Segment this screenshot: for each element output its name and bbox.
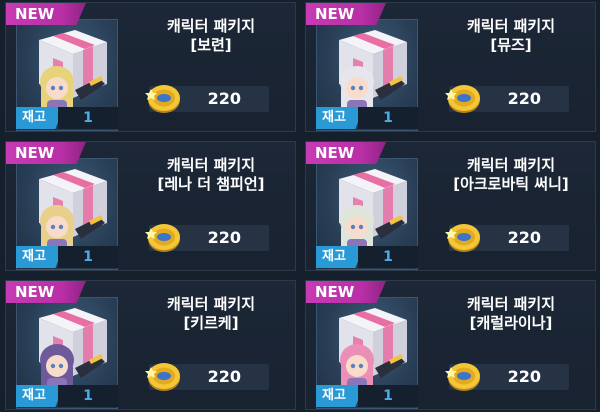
new-badge: NEW (306, 142, 386, 164)
price-value: 220 (207, 89, 241, 108)
price-button[interactable]: 220 (445, 363, 569, 391)
gold-coin-icon (445, 224, 480, 252)
stock-label: 재고 (16, 246, 64, 268)
package-card[interactable]: NEW 재고 1 캐릭터 패키지 [키르케] 220 (5, 280, 296, 410)
package-name: 캐릭터 패키지 (166, 17, 256, 35)
package-character: [보련] (190, 36, 232, 54)
package-card[interactable]: NEW 재고 1 캐릭터 패키지 [보련] 220 (5, 2, 296, 132)
price-value: 220 (507, 89, 541, 108)
stock-count: 1 (58, 246, 118, 268)
package-card[interactable]: NEW 재고 1 캐릭터 패키지 [아크로바틱 써니] 220 (305, 141, 596, 271)
stock-indicator: 재고 1 (16, 385, 118, 407)
package-title: 캐릭터 패키지 [보련] (126, 17, 296, 55)
package-character: [뮤즈] (490, 36, 532, 54)
price-button[interactable]: 220 (145, 363, 269, 391)
price-button[interactable]: 220 (445, 85, 569, 113)
package-character: [키르케] (183, 314, 239, 332)
price-button[interactable]: 220 (445, 224, 569, 252)
package-title: 캐릭터 패키지 [레나 더 챔피언] (126, 156, 296, 194)
package-title: 캐릭터 패키지 [캐럴라이나] (426, 295, 596, 333)
price-button[interactable]: 220 (145, 224, 269, 252)
stock-count: 1 (58, 385, 118, 407)
price-value: 220 (507, 367, 541, 386)
new-badge: NEW (6, 3, 86, 25)
package-character: [캐럴라이나] (469, 314, 553, 332)
stock-indicator: 재고 1 (316, 107, 418, 129)
package-character: [아크로바틱 써니] (453, 175, 569, 193)
stock-indicator: 재고 1 (316, 246, 418, 268)
package-title: 캐릭터 패키지 [키르케] (126, 295, 296, 333)
price-value: 220 (207, 228, 241, 247)
stock-indicator: 재고 1 (16, 107, 118, 129)
stock-count: 1 (58, 107, 118, 129)
gold-coin-icon (145, 85, 180, 113)
price-value: 220 (207, 367, 241, 386)
price-button[interactable]: 220 (145, 85, 269, 113)
stock-indicator: 재고 1 (16, 246, 118, 268)
package-name: 캐릭터 패키지 (466, 295, 556, 313)
package-card[interactable]: NEW 재고 1 캐릭터 패키지 [레나 더 챔피언] 220 (5, 141, 296, 271)
new-badge: NEW (306, 3, 386, 25)
gold-coin-icon (145, 224, 180, 252)
stock-label: 재고 (316, 385, 364, 407)
package-name: 캐릭터 패키지 (166, 295, 256, 313)
package-character: [레나 더 챔피언] (157, 175, 265, 193)
stock-count: 1 (358, 385, 418, 407)
package-title: 캐릭터 패키지 [뮤즈] (426, 17, 596, 55)
gold-coin-icon (445, 363, 480, 391)
stock-indicator: 재고 1 (316, 385, 418, 407)
package-name: 캐릭터 패키지 (166, 156, 256, 174)
stock-count: 1 (358, 246, 418, 268)
gold-coin-icon (145, 363, 180, 391)
package-card[interactable]: NEW 재고 1 캐릭터 패키지 [뮤즈] 220 (305, 2, 596, 132)
stock-label: 재고 (16, 385, 64, 407)
package-name: 캐릭터 패키지 (466, 17, 556, 35)
package-grid: NEW 재고 1 캐릭터 패키지 [보련] 220 NEW 재고 1 캐릭터 패… (0, 0, 600, 412)
stock-count: 1 (358, 107, 418, 129)
package-card[interactable]: NEW 재고 1 캐릭터 패키지 [캐럴라이나] 220 (305, 280, 596, 410)
stock-label: 재고 (16, 107, 64, 129)
new-badge: NEW (6, 142, 86, 164)
stock-label: 재고 (316, 246, 364, 268)
package-title: 캐릭터 패키지 [아크로바틱 써니] (426, 156, 596, 194)
new-badge: NEW (6, 281, 86, 303)
new-badge: NEW (306, 281, 386, 303)
gold-coin-icon (445, 85, 480, 113)
price-value: 220 (507, 228, 541, 247)
stock-label: 재고 (316, 107, 364, 129)
package-name: 캐릭터 패키지 (466, 156, 556, 174)
